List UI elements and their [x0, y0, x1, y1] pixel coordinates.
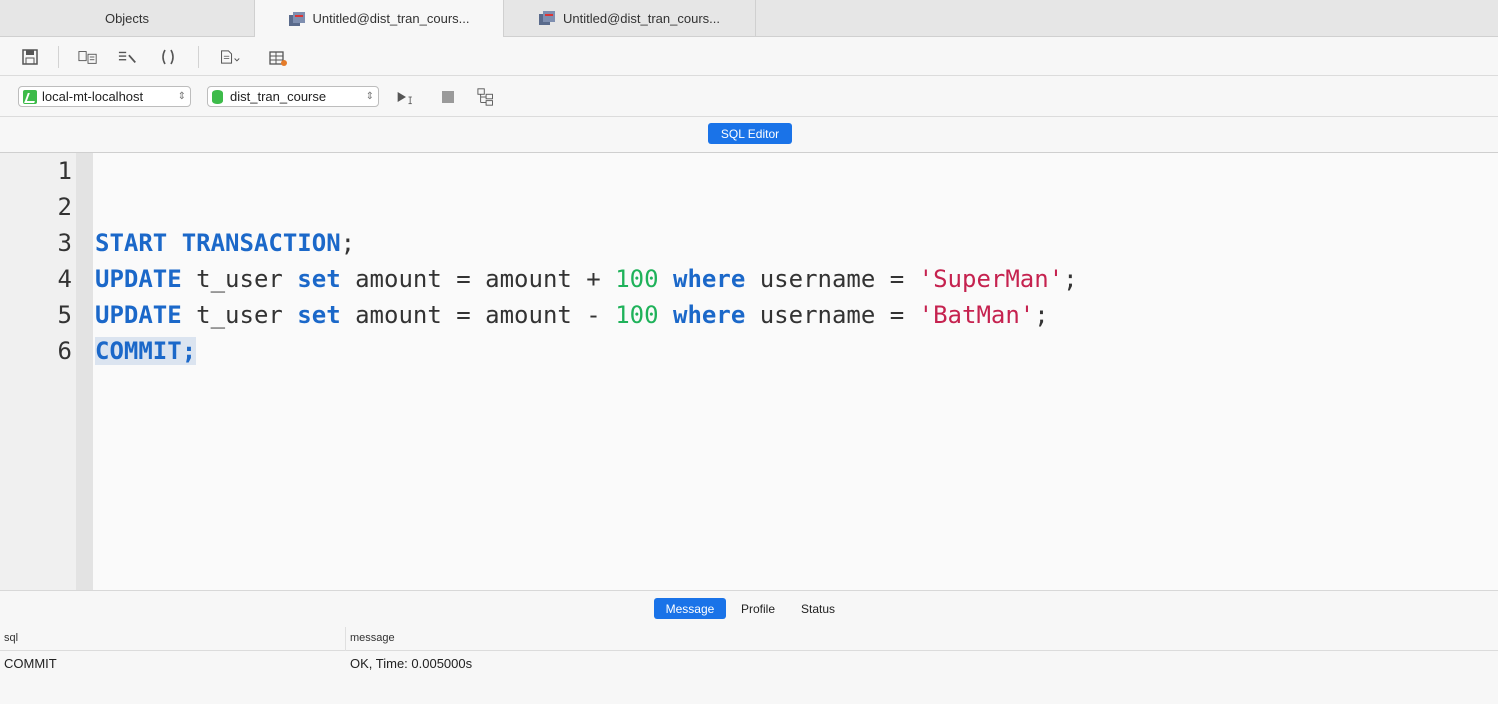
line-number: 1	[57, 157, 72, 185]
cell-sql: COMMIT	[4, 656, 57, 671]
code-token: 'BatMan'	[918, 301, 1035, 329]
code-token: COMMIT;	[95, 337, 197, 365]
code-line: UPDATE t_user set amount = amount + 100 …	[95, 261, 1078, 297]
code-token: t_user	[181, 265, 298, 293]
save-icon[interactable]	[20, 47, 40, 67]
code-token: ;	[340, 229, 356, 257]
column-header-sql[interactable]: sql	[4, 632, 18, 644]
code-token: 'SuperMan'	[918, 265, 1064, 293]
code-token: set	[297, 265, 341, 293]
column-header-message[interactable]: message	[350, 632, 395, 644]
line-number: 3	[57, 229, 72, 257]
code-token: UPDATE	[95, 301, 182, 329]
tab-status[interactable]: Status	[792, 598, 844, 619]
code-token: UPDATE	[95, 265, 182, 293]
code-token: where	[673, 301, 746, 329]
code-token: amount = amount +	[340, 265, 616, 293]
cell-message: OK, Time: 0.005000s	[350, 656, 473, 671]
table-row[interactable]: COMMIT OK, Time: 0.005000s	[0, 651, 1498, 677]
snippet-icon[interactable]	[220, 47, 240, 67]
query-table-icon[interactable]	[268, 47, 288, 67]
tab-query-1[interactable]: Untitled@dist_tran_cours...	[254, 0, 504, 37]
code-line: COMMIT;	[95, 333, 197, 369]
line-number: 2	[57, 193, 72, 221]
chevron-updown-icon: ⇕	[365, 91, 374, 102]
run-icon[interactable]	[396, 87, 416, 107]
tab-query-2-label: Untitled@dist_tran_cours...	[563, 10, 720, 26]
tab-message[interactable]: Message	[654, 598, 726, 619]
fold-strip	[76, 153, 93, 590]
sql-editor[interactable]: 1 2 3 4 5 6 START TRANSACTION; UPDATE t_…	[0, 153, 1498, 590]
connection-select[interactable]: local-mt-localhost ⇕	[18, 86, 191, 107]
database-select[interactable]: dist_tran_course ⇕	[207, 86, 379, 107]
tab-objects-label: Objects	[104, 10, 150, 26]
tab-objects[interactable]: Objects	[0, 0, 254, 36]
code-token: 100	[615, 265, 659, 293]
tab-query-2[interactable]: Untitled@dist_tran_cours...	[504, 0, 756, 36]
explain-icon[interactable]	[477, 87, 497, 107]
line-number-gutter: 1 2 3 4 5 6	[0, 153, 76, 590]
line-number: 6	[57, 337, 72, 365]
code-token: t_user	[181, 301, 298, 329]
code-line: UPDATE t_user set amount = amount - 100 …	[95, 297, 1049, 333]
code-line: START TRANSACTION;	[95, 225, 355, 261]
connection-select-value: local-mt-localhost	[42, 89, 144, 104]
toolbar-divider	[58, 46, 59, 68]
results-table-header: sql message	[0, 627, 1498, 651]
code-token: username =	[745, 265, 919, 293]
code-token: username =	[745, 301, 919, 329]
results-tab-bar: Message Profile Status	[0, 590, 1498, 627]
code-token: where	[673, 265, 746, 293]
brackets-icon[interactable]	[158, 47, 178, 67]
tab-profile[interactable]: Profile	[734, 598, 782, 619]
line-number: 5	[57, 301, 72, 329]
database-icon	[212, 89, 223, 104]
line-number: 4	[57, 265, 72, 293]
document-tab-bar: Objects Untitled@dist_tran_cours... Unti…	[0, 0, 1498, 37]
database-select-value: dist_tran_course	[230, 89, 327, 104]
code-token: ;	[1063, 265, 1078, 293]
query-tab-icon	[288, 11, 305, 26]
code-token: START TRANSACTION	[95, 229, 341, 257]
connection-icon	[23, 89, 37, 104]
tab-query-1-label: Untitled@dist_tran_cours...	[312, 11, 470, 26]
sql-editor-button[interactable]: SQL Editor	[708, 123, 792, 144]
editor-mode-bar: SQL Editor	[0, 117, 1498, 153]
chevron-updown-icon: ⇕	[177, 91, 186, 102]
beautify-icon[interactable]	[118, 47, 138, 67]
editor-toolbar	[0, 37, 1498, 76]
code-token: amount = amount -	[340, 301, 616, 329]
code-token: 100	[615, 301, 659, 329]
format-icon[interactable]	[78, 47, 98, 67]
code-token: set	[297, 301, 341, 329]
code-token: ;	[1034, 301, 1049, 329]
connection-toolbar: local-mt-localhost ⇕ dist_tran_course ⇕	[0, 76, 1498, 117]
column-divider[interactable]	[345, 627, 346, 651]
toolbar-divider	[198, 46, 199, 68]
stop-icon[interactable]	[438, 87, 458, 107]
query-tab-icon	[539, 11, 555, 25]
